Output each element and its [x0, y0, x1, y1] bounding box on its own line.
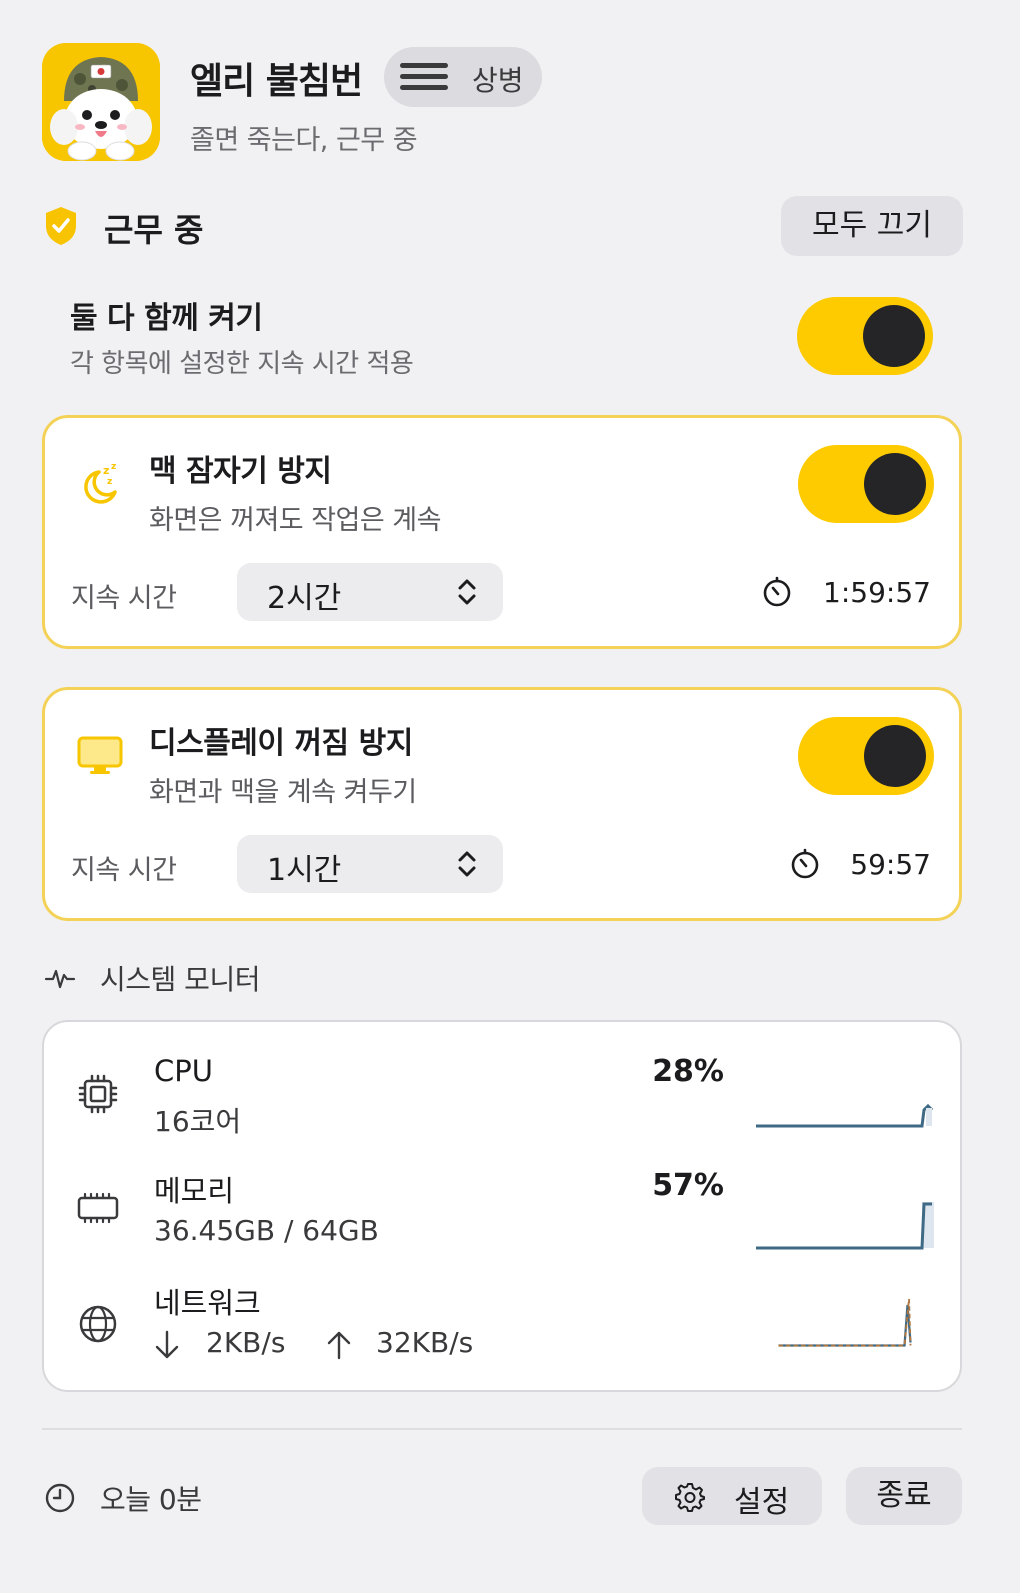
upload-speed: 32KB/s: [376, 1326, 474, 1359]
app-icon: [42, 43, 160, 161]
globe-icon: [79, 1305, 117, 1343]
toggle-knob: [863, 305, 925, 367]
cpu-sparkline: [756, 1103, 934, 1128]
prevent-sleep-card: z z z 맥 잠자기 방지 화면은 꺼져도 작업은 계속 지속 시간 2시간 …: [42, 415, 962, 649]
memory-chip-icon: [77, 1192, 119, 1224]
card-subtitle: 화면과 맥을 계속 켜두기: [149, 777, 417, 808]
app-name: 엘리 불침번: [190, 61, 363, 102]
card-subtitle: 화면은 꺼져도 작업은 계속: [149, 505, 442, 536]
download-speed: 2KB/s: [206, 1326, 286, 1359]
prevent-display-off-card: 디스플레이 꺼짐 방지 화면과 맥을 계속 켜두기 지속 시간 1시간 59:5…: [42, 687, 962, 921]
status-label: 근무 중: [104, 211, 204, 249]
settings-label: 설정: [734, 1485, 790, 1520]
remaining-time: 1:59:57: [823, 576, 931, 609]
chevron-up-down-icon: [458, 851, 476, 877]
activity-pulse-icon: [44, 969, 76, 989]
card-title: 맥 잠자기 방지: [149, 454, 332, 489]
today-duration: 오늘 0분: [100, 1483, 202, 1516]
clock-icon: [45, 1483, 75, 1513]
footer-divider: [42, 1428, 962, 1430]
svg-text:z: z: [111, 462, 116, 472]
svg-text:z: z: [107, 477, 112, 487]
memory-usage: 36.45GB / 64GB: [154, 1214, 379, 1247]
gear-icon: [675, 1483, 705, 1512]
prevent-display-off-toggle[interactable]: [798, 717, 934, 795]
all-off-button[interactable]: 모두 끄기: [781, 196, 963, 256]
timer-icon: [791, 848, 819, 879]
toggle-knob: [864, 725, 926, 787]
duration-select[interactable]: 2시간: [237, 563, 503, 621]
rank-stripes-icon: [400, 63, 448, 90]
card-title: 디스플레이 꺼짐 방지: [149, 726, 413, 761]
duration-label: 지속 시간: [71, 583, 177, 614]
both-on-title: 둘 다 함께 켜기: [70, 301, 263, 336]
rank-badge[interactable]: 상병: [384, 47, 542, 107]
arrow-up-icon: [327, 1331, 351, 1360]
shield-check-icon: [46, 207, 76, 245]
network-sparkline: [778, 1298, 912, 1347]
both-on-toggle[interactable]: [797, 297, 933, 375]
chevron-up-down-icon: [458, 579, 476, 605]
system-monitor-title: 시스템 모니터: [100, 963, 260, 996]
system-monitor-card: CPU 16코어 28% 메모리 36.45GB / 64GB 57% 네트워크…: [42, 1020, 962, 1392]
moon-zzz-icon: z z z: [84, 462, 117, 504]
cpu-cores: 16코어: [154, 1105, 242, 1138]
remaining-time: 59:57: [850, 848, 931, 881]
rank-label: 상병: [472, 64, 524, 97]
prevent-sleep-toggle[interactable]: [798, 445, 934, 523]
cpu-chip-icon: [78, 1074, 118, 1114]
network-label: 네트워크: [154, 1286, 261, 1320]
memory-row: 메모리 36.45GB / 64GB 57%: [44, 1168, 960, 1278]
timer-icon: [763, 576, 791, 607]
svg-text:z: z: [103, 464, 109, 477]
duration-value: 2시간: [267, 581, 342, 616]
arrow-down-icon: [155, 1330, 179, 1359]
toggle-knob: [864, 453, 926, 515]
memory-percent: 57%: [652, 1168, 724, 1203]
duration-value: 1시간: [267, 853, 342, 888]
quit-button[interactable]: 종료: [846, 1467, 962, 1525]
settings-button[interactable]: 설정: [642, 1467, 822, 1525]
memory-label: 메모리: [154, 1174, 235, 1208]
cpu-row: CPU 16코어 28%: [44, 1054, 960, 1164]
app-tagline: 졸면 죽는다, 근무 중: [190, 125, 418, 156]
memory-sparkline: [756, 1202, 934, 1250]
duration-label: 지속 시간: [71, 855, 177, 886]
both-on-subtitle: 각 항목에 설정한 지속 시간 적용: [70, 349, 414, 379]
network-row: 네트워크 2KB/s 32KB/s: [44, 1280, 960, 1390]
display-icon: [77, 736, 123, 774]
cpu-percent: 28%: [652, 1054, 724, 1089]
duration-select[interactable]: 1시간: [237, 835, 503, 893]
cpu-label: CPU: [154, 1054, 213, 1088]
